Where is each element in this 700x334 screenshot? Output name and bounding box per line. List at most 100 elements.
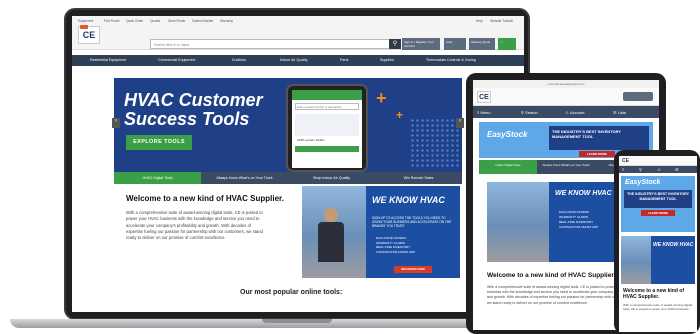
sign-in-button[interactable]: Sign In / Register Your Account — [402, 38, 440, 50]
tablet-learn-more-button[interactable]: LEARN MORE — [579, 151, 615, 157]
laptop-notch — [262, 319, 332, 323]
link-warranty[interactable]: Warranty — [220, 19, 233, 23]
link-store-finder[interactable]: Store Finder — [168, 19, 186, 23]
tablet-hero-text: THE INDUSTRY'S BEST INVENTORY MANAGEMENT… — [549, 126, 649, 150]
tablet-logo[interactable]: CE — [477, 91, 491, 103]
tablet-menu-label: Menu — [480, 110, 491, 115]
tablet-hero-title: EasyStock — [487, 130, 528, 139]
register-now-button[interactable]: REGISTER NOW — [394, 266, 432, 273]
link-equipment[interactable]: Equipment — [78, 19, 93, 23]
technician-head — [324, 208, 338, 222]
plus-icon: + — [376, 88, 387, 108]
chevron-left-icon: ‹ — [115, 118, 117, 124]
nav-supplies[interactable]: Supplies — [380, 58, 394, 62]
link-quick-order[interactable]: Quick Order — [126, 19, 143, 23]
search-input[interactable]: Search item # or name — [150, 39, 390, 49]
cart-icon[interactable]: ☰ — [675, 167, 679, 172]
laptop-screen: Equipment Part Finder Quick Order Quotes… — [72, 16, 524, 312]
tablet-promo-photo — [487, 182, 549, 262]
tab-indoor-air[interactable]: Shop Indoor Air Quality — [288, 172, 375, 184]
hero-phone-search: Enter product number or description — [295, 103, 359, 110]
hero-title-line1: HVAC Customer — [124, 90, 263, 110]
hero-phone-header — [292, 90, 362, 100]
tablet-promo-list: EXCLUSIVE OFFERS WARRANTY CLAIMS REAL-TI… — [559, 210, 598, 230]
promo-list-item: CONTRACTOR ASSIST APP — [376, 249, 416, 254]
link-website-tutorial[interactable]: Website Tutorial — [490, 19, 513, 23]
tablet-search[interactable]: ⚲ Search — [521, 110, 538, 115]
hero-phone-item: AirBX system builder — [297, 138, 325, 142]
carousel-next-button[interactable]: › — [456, 118, 464, 128]
tablet-url-bar[interactable]: commercial-equipment.com — [473, 80, 659, 88]
link-help[interactable]: Help — [476, 19, 483, 23]
promo-subtitle: SIGN UP TO ACCESS THE TOOLS YOU NEED TO … — [372, 216, 452, 229]
hero-phone-button — [295, 146, 359, 152]
phone-logo[interactable]: CE — [622, 158, 632, 165]
technician-photo — [302, 186, 366, 278]
tablet-account-label: Account — [569, 110, 585, 115]
tablet-account[interactable]: ☺ Account — [565, 110, 584, 115]
tab-remote-sales[interactable]: Win Remote Sales — [375, 172, 462, 184]
lists-button[interactable]: Lists — [444, 38, 466, 50]
phone-promo-photo — [621, 236, 651, 284]
tablet-account-button[interactable] — [623, 92, 653, 101]
hero-banner: HVAC Customer Success Tools EXPLORE TOOL… — [114, 78, 462, 172]
phone-welcome-body: With a comprehensive suite of award-winn… — [623, 303, 693, 312]
nav-indoor-air-quality[interactable]: Indoor Air Quality — [280, 58, 308, 62]
hero-title-line2: Success Tools — [124, 109, 250, 129]
chevron-right-icon: › — [459, 118, 461, 124]
carousel-prev-button[interactable]: ‹ — [112, 118, 120, 128]
tablet-tab-truck[interactable]: Always Know What's on Your Truck — [537, 160, 595, 174]
phone-welcome-heading: Welcome to a new kind of HVAC Supplier. — [623, 288, 685, 300]
promo-list: EXCLUSIVE OFFERS WARRANTY CLAIMS REAL-TI… — [376, 236, 415, 254]
phone-screen: CE ≡ ⚲ ☺ ☰ EasyStock THE INDUSTRY'S BEST… — [619, 156, 697, 332]
phone-hero-title: EasyStock — [625, 179, 661, 186]
nav-thermostats[interactable]: Thermostats Controls & Zoning — [426, 58, 476, 62]
hero-title: HVAC Customer Success Tools — [124, 91, 263, 129]
technician-body — [318, 222, 344, 262]
phone-hero: EasyStock THE INDUSTRY'S BEST INVENTORY … — [621, 176, 695, 232]
logo-badge — [80, 25, 88, 29]
hero-phone-card — [295, 114, 359, 136]
search-button[interactable]: ⚲ — [389, 39, 401, 49]
tablet-tab-digital[interactable]: HVAC Digital Tools — [479, 160, 537, 174]
link-system-builder[interactable]: System Builder — [192, 19, 213, 23]
hamburger-icon[interactable]: ≡ — [622, 167, 624, 172]
phone-nav: ≡ ⚲ ☺ ☰ — [619, 166, 697, 173]
nav-ductless[interactable]: Ductless — [232, 58, 246, 62]
hero-phone-screen: Enter product number or description AirB… — [292, 90, 362, 168]
nav-commercial-equipment[interactable]: Commercial Equipment — [158, 58, 195, 62]
phone-hero-text: THE INDUSTRY'S BEST INVENTORY MANAGEMENT… — [624, 190, 692, 208]
user-icon[interactable]: ☺ — [657, 167, 661, 172]
phone-promo: WE KNOW HVAC — [621, 236, 695, 284]
hero-tabs: HVAC Digital Tools Always Know What's on… — [114, 172, 462, 184]
explore-tools-button[interactable]: EXPLORE TOOLS — [126, 135, 192, 150]
tablet-promo-list-item: CONTRACTOR ASSIST APP — [559, 225, 599, 229]
phone-promo-title: WE KNOW HVAC — [653, 242, 694, 248]
link-part-finder[interactable]: Part Finder — [104, 19, 120, 23]
tablet-nav: ≡ Menu ⚲ Search ☺ Account ☰ Lists — [473, 106, 659, 118]
phone-header: CE — [619, 156, 697, 166]
tablet-menu[interactable]: ≡ Menu — [477, 110, 490, 115]
plus-icon-small: + — [396, 108, 404, 122]
promo-banner: WE KNOW HVAC SIGN UP TO ACCESS THE TOOLS… — [302, 186, 460, 278]
cart-icon: 🛒 — [500, 40, 504, 44]
hero-phone-illustration: Enter product number or description AirB… — [286, 84, 368, 172]
tablet-lists[interactable]: ☰ Lists — [613, 110, 626, 115]
cart-button[interactable]: 🛒 — [498, 38, 516, 50]
quote-button[interactable]: Starting Quote — [469, 38, 495, 50]
search-icon[interactable]: ⚲ — [639, 167, 642, 172]
popular-tools-heading: Our most popular online tools: — [240, 289, 343, 296]
link-quotes[interactable]: Quotes — [150, 19, 160, 23]
tab-hvac-digital-tools[interactable]: HVAC Digital Tools — [114, 172, 201, 184]
tablet-lists-label: Lists — [617, 110, 626, 115]
search-icon: ⚲ — [392, 41, 398, 47]
tablet-header: CE — [473, 88, 659, 106]
promo-title: WE KNOW HVAC — [372, 195, 445, 205]
nav-parts[interactable]: Parts — [340, 58, 348, 62]
tab-truck[interactable]: Always Know What's on Your Truck — [201, 172, 288, 184]
nav-residential-equipment[interactable]: Residential Equipment — [90, 58, 126, 62]
circuit-pattern — [410, 118, 460, 168]
phone-learn-more-button[interactable]: LEARN MORE — [641, 210, 675, 216]
welcome-heading: Welcome to a new kind of HVAC Supplier. — [126, 194, 284, 203]
welcome-body: With a comprehensive suite of award-winn… — [126, 210, 263, 241]
